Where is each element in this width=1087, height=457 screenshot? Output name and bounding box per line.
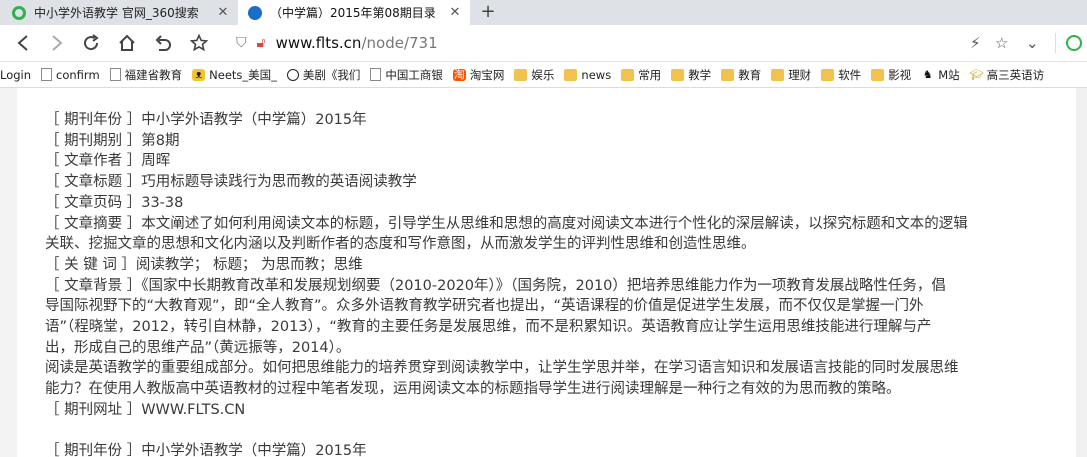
extension-icon[interactable] <box>1066 30 1082 56</box>
page-icon <box>109 68 121 81</box>
article-info: ［ 期刊年份 ］中小学外语教学（中学篇）2015年 ［ 期刊期别 ］第8期 ［ … <box>45 110 1055 457</box>
article-background-line3: 语”（程晓堂，2012，转引自林静，2013），“教育的主要任务是发展思维，而不… <box>45 319 932 336</box>
folder-icon <box>621 68 635 81</box>
m-logo-icon: ♞ <box>922 67 933 81</box>
tab-flts-active[interactable]: （中学篇）2015年第08期目录 ✕ <box>238 0 470 25</box>
bookmark-folder-movies[interactable]: 影视 <box>871 67 911 83</box>
folder-icon <box>771 68 785 81</box>
url-path: /node/731 <box>361 34 438 52</box>
article-keywords: ［ 关 键 词 ］阅读教学； 标题； 为思而教；思维 <box>45 256 363 273</box>
folder-icon <box>564 68 578 81</box>
undo-icon[interactable] <box>150 30 176 56</box>
page-scrollbar[interactable] <box>1076 88 1087 457</box>
360-logo-icon <box>12 5 26 20</box>
bookmark-neets[interactable]: ᴥ Neets_美国_ <box>192 67 277 83</box>
article-pages: ［ 文章页码 ］33-38 <box>45 194 184 211</box>
bookmark-folder-entertainment[interactable]: 娱乐 <box>514 67 554 83</box>
new-tab-button[interactable]: + <box>478 0 498 25</box>
graduation-cap-icon: 🎓︎ <box>969 67 984 81</box>
folder-icon <box>721 68 735 81</box>
next-journal-year: ［ 期刊年份 ］中小学外语教学（中学篇）2015年 <box>45 443 367 457</box>
page-content: ［ 期刊年份 ］中小学外语教学（中学篇）2015年 ［ 期刊期别 ］第8期 ［ … <box>17 88 1076 457</box>
bookmarks-bar: Login confirm 福建省教育 ᴥ Neets_美国_ 美剧《我们 中国工… <box>0 62 1087 88</box>
chevron-down-icon[interactable]: ⌄ <box>1026 30 1039 56</box>
taobao-icon: 淘 <box>452 67 466 81</box>
close-icon[interactable]: ✕ <box>446 5 464 20</box>
lightning-icon[interactable]: ⚡︎ <box>970 30 981 56</box>
navigation-bar: ⛉ 🔓︎ www.flts.cn/node/731 ⚡︎ ☆ ⌄ <box>0 25 1087 62</box>
bookmark-fujian-edu[interactable]: 福建省教育 <box>109 67 182 83</box>
article-background-line1: ［ 文章背景 ］《国家中长期教育改革和发展规划纲要（2010-2020年）》（国… <box>45 277 946 294</box>
star-icon[interactable]: ☆ <box>995 30 1008 56</box>
bookmark-folder-news[interactable]: news <box>564 68 611 82</box>
article-author: ［ 文章作者 ］周晖 <box>45 153 171 170</box>
toolbar-divider <box>1055 33 1056 53</box>
not-secure-icon[interactable]: 🔓︎ <box>257 35 266 51</box>
bookmark-folder-teaching[interactable]: 教学 <box>671 67 711 83</box>
article-title: ［ 文章标题 ］巧用标题导读践行为思而教的英语阅读教学 <box>45 174 417 191</box>
star-bookmark-icon[interactable] <box>186 30 212 56</box>
bookmark-folder-finance[interactable]: 理财 <box>771 67 811 83</box>
tab-title: （中学篇）2015年第08期目录 <box>270 6 436 20</box>
bookmark-icbc[interactable]: 中国工商银 <box>370 67 443 83</box>
tab-strip: 中小学外语教学 官网_360搜索 ✕ （中学篇）2015年第08期目录 ✕ + <box>0 0 1087 25</box>
bookmark-us-drama[interactable]: 美剧《我们 <box>286 67 360 83</box>
back-icon[interactable] <box>10 30 36 56</box>
drupal-drop-icon <box>248 5 262 20</box>
url-host: www.flts.cn <box>275 34 362 52</box>
close-icon[interactable]: ✕ <box>214 5 232 20</box>
journal-url: ［ 期刊网址 ］WWW.FLTS.CN <box>45 401 246 418</box>
home-icon[interactable] <box>114 30 140 56</box>
journal-issue: ［ 期刊期别 ］第8期 <box>45 132 180 149</box>
bookmark-m-site[interactable]: ♞ M站 <box>921 67 960 83</box>
forward-icon[interactable] <box>44 30 70 56</box>
reload-icon[interactable] <box>78 30 104 56</box>
bookmark-folder-common[interactable]: 常用 <box>621 67 661 83</box>
cat-icon: ᴥ <box>192 68 206 81</box>
article-body-line1: 阅读是英语教学的重要组成部分。如何把思维能力的培养贯穿到阅读教学中，让学生学思并… <box>45 360 959 377</box>
article-background-line4: 出，形成自己的思维产品”（黄远振等，2014）。 <box>45 339 351 356</box>
journal-year: ［ 期刊年份 ］中小学外语教学（中学篇）2015年 <box>45 112 367 128</box>
page-icon <box>370 68 382 81</box>
article-body-line2: 能力？在使用人教版高中英语教材的过程中笔者发现，运用阅读文本的标题指导学生进行阅… <box>45 381 901 398</box>
tab-title: 中小学外语教学 官网_360搜索 <box>34 6 199 20</box>
shield-icon[interactable]: ⛉ <box>236 35 247 51</box>
bookmark-confirm[interactable]: confirm <box>41 68 100 82</box>
bookmark-folder-education[interactable]: 教育 <box>721 67 761 83</box>
bookmark-login[interactable]: Login <box>0 68 31 82</box>
folder-icon <box>871 68 885 81</box>
bookmark-senior-english[interactable]: 🎓︎ 高三英语访 <box>970 67 1045 83</box>
address-bar[interactable]: ⛉ 🔓︎ www.flts.cn/node/731 <box>236 30 1016 56</box>
tab-360-search[interactable]: 中小学外语教学 官网_360搜索 ✕ <box>0 0 238 25</box>
page-icon <box>41 68 53 81</box>
bookmark-taobao[interactable]: 淘淘宝网 <box>452 67 504 83</box>
article-background-line2: 导国际视野下的“大教育观”，即“全人教育”。众多外语教育教学研究者也提出，“英语… <box>45 298 924 315</box>
circle-logo-icon <box>286 68 299 81</box>
article-abstract-line2: 关联、挖掘文章的思想和文化内涵以及判断作者的态度和写作意图，从而激发学生的评判性… <box>45 236 756 253</box>
bookmark-folder-software[interactable]: 软件 <box>821 67 861 83</box>
folder-icon <box>671 68 685 81</box>
article-abstract-line1: ［ 文章摘要 ］本文阐述了如何利用阅读文本的标题，引导学生从思维和思想的高度对阅… <box>45 215 968 232</box>
folder-icon <box>514 68 528 81</box>
folder-icon <box>821 68 835 81</box>
